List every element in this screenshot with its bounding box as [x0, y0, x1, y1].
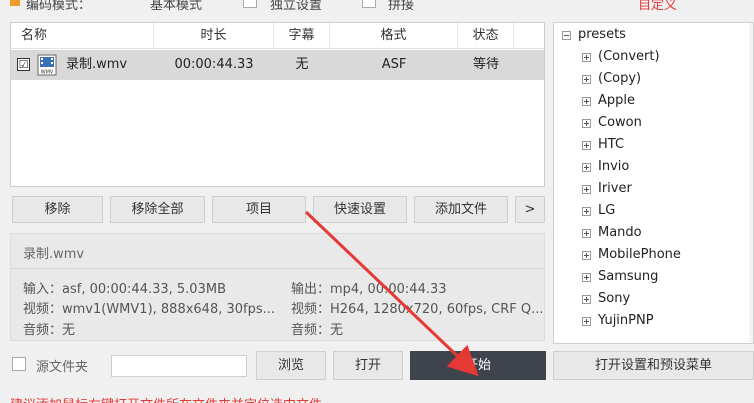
row-status: 等待 [472, 57, 499, 72]
info-audio-in: 音频：无 [23, 323, 76, 338]
tree-item-label: Sony [598, 291, 631, 306]
expand-icon[interactable] [582, 97, 591, 106]
tree-item-label: Mando [598, 225, 642, 240]
tree-item-label: Apple [598, 93, 636, 108]
expand-icon[interactable] [582, 251, 591, 260]
table-row[interactable]: ☑ WMV 录制.wmv 00:00:44.33 无 ASF 等待 [11, 50, 544, 80]
add-file-button[interactable]: 添加文件 [414, 196, 508, 223]
start-button[interactable]: 开始 [410, 351, 546, 380]
tree-scrollbar[interactable] [749, 23, 753, 343]
source-folder-label: 源文件夹 [36, 360, 89, 375]
tree-item-label: (Convert) [598, 49, 660, 64]
info-video-in: 视频：wmv1(WMV1), 888x648, 30fps... [23, 302, 276, 317]
open-settings-menu-button[interactable]: 打开设置和预设菜单 [553, 351, 754, 380]
tree-item-label: Invio [598, 159, 630, 174]
encode-mode-indicator-icon [10, 0, 20, 6]
hint-text: 建议添加鼠标右键打开文件所在文件夹并定位选中文件 [10, 394, 322, 403]
file-list[interactable]: 名称 时长 字幕 格式 状态 ☑ WMV 录制.wmv 00:00:44.33 … [10, 22, 545, 187]
expand-icon[interactable] [582, 317, 591, 326]
column-name[interactable]: 名称 [11, 23, 154, 49]
remove-all-button[interactable]: 移除全部 [110, 196, 205, 223]
top-options-bar: 编码模式： 基本模式 独立设置 拼接 自定义 [0, 0, 754, 14]
item-button[interactable]: 项目 [212, 196, 306, 223]
tree-item-label: HTC [598, 137, 625, 152]
remove-button[interactable]: 移除 [12, 196, 103, 223]
svg-text:WMV: WMV [41, 70, 54, 76]
more-button[interactable]: > [515, 196, 545, 223]
custom-link[interactable]: 自定义 [638, 0, 677, 13]
expand-icon[interactable] [582, 141, 591, 150]
expand-icon[interactable] [582, 185, 591, 194]
expand-icon[interactable] [582, 75, 591, 84]
encode-mode-label: 编码模式： [26, 0, 92, 13]
info-divider [11, 268, 544, 269]
splice-checkbox[interactable] [362, 0, 376, 8]
row-subtitle: 无 [295, 57, 309, 72]
info-filename: 录制.wmv [23, 247, 85, 262]
tree-item-label: (Copy) [598, 71, 642, 86]
file-list-header: 名称 时长 字幕 格式 状态 [11, 23, 544, 49]
expand-icon[interactable] [582, 295, 591, 304]
presets-tree[interactable]: presets (Convert) (Copy) Apple Cowon HTC Invi… [553, 22, 754, 344]
info-video-out: 视频：H264, 1280x720, 60fps, CRF Q... [291, 302, 544, 317]
expand-icon[interactable] [582, 163, 591, 172]
info-output: 输出：mp4, 00:00:44.33 [291, 282, 447, 297]
hint-bar: 建议添加鼠标右键打开文件所在文件夹并定位选中文件 [0, 391, 754, 403]
video-file-icon: WMV [37, 54, 57, 76]
tree-item-label: Cowon [598, 115, 642, 130]
independent-checkbox[interactable] [243, 0, 257, 8]
independent-label: 独立设置 [270, 0, 323, 13]
expand-icon[interactable] [582, 119, 591, 128]
expand-icon[interactable] [582, 207, 591, 216]
column-status[interactable]: 状态 [458, 23, 514, 49]
expand-icon[interactable] [582, 53, 591, 62]
tree-item-label: YujinPNP [598, 313, 654, 328]
browse-button[interactable]: 浏览 [256, 351, 326, 380]
tree-root-label: presets [578, 27, 626, 42]
tree-item-label: Samsung [598, 269, 659, 284]
tree-item-label: Iriver [598, 181, 632, 196]
source-folder-checkbox[interactable] [12, 357, 26, 371]
basic-mode-option[interactable]: 基本模式 [150, 0, 202, 13]
row-format: ASF [381, 57, 407, 72]
expand-icon[interactable] [582, 273, 591, 282]
info-input: 输入：asf, 00:00:44.33, 5.03MB [23, 282, 226, 297]
open-button[interactable]: 打开 [333, 351, 403, 380]
splice-label: 拼接 [388, 0, 415, 13]
tree-item-label: MobilePhone [598, 247, 681, 262]
row-filename: 录制.wmv [66, 57, 128, 72]
quick-settings-button[interactable]: 快速设置 [313, 196, 407, 223]
info-audio-out: 音频：无 [291, 323, 344, 338]
column-duration[interactable]: 时长 [154, 23, 274, 49]
column-format[interactable]: 格式 [330, 23, 458, 49]
expand-icon[interactable] [582, 229, 591, 238]
collapse-icon[interactable] [562, 31, 571, 40]
column-subtitle[interactable]: 字幕 [274, 23, 330, 49]
file-info-panel: 录制.wmv 输入：asf, 00:00:44.33, 5.03MB 输出：mp… [10, 233, 545, 341]
row-checkbox[interactable]: ☑ [17, 58, 30, 71]
source-folder-input[interactable] [111, 355, 247, 377]
tree-item-label: LG [598, 203, 616, 218]
row-duration: 00:00:44.33 [174, 57, 254, 72]
